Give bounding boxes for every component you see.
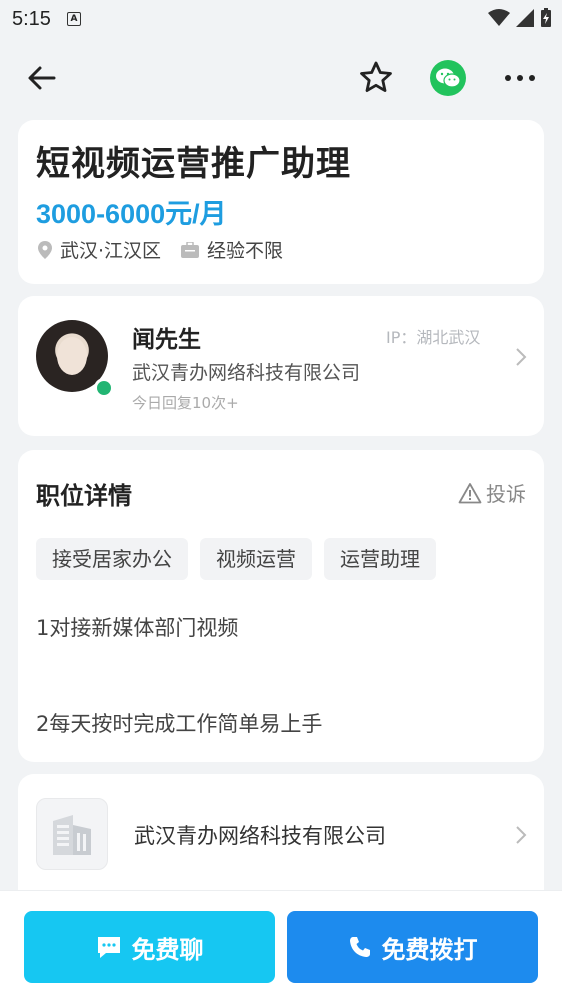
briefcase-icon (181, 241, 200, 258)
job-salary: 3000-6000元/月 (36, 199, 227, 229)
detail-section-title: 职位详情 (36, 482, 132, 510)
favorite-button[interactable] (356, 58, 396, 98)
job-tag: 运营助理 (324, 538, 436, 580)
job-experience: 经验不限 (207, 240, 284, 262)
warning-icon (458, 482, 482, 503)
location-pin-icon (38, 240, 52, 259)
recruiter-company: 武汉青办网络科技有限公司 (132, 362, 361, 384)
report-label: 投诉 (486, 482, 526, 506)
wifi-icon (488, 9, 510, 26)
wechat-icon (436, 68, 461, 88)
recruiter-name: 闻先生 (132, 327, 201, 353)
company-logo (36, 798, 108, 870)
status-icons (488, 8, 552, 28)
avatar-face (57, 337, 87, 375)
notification-a-icon: A (66, 12, 81, 26)
job-description-line: 1对接新媒体部门视频 (36, 616, 239, 640)
online-status-dot (94, 378, 114, 398)
job-tag: 接受居家办公 (36, 538, 188, 580)
job-detail-card: 职位详情 投诉 接受居家办公 视频运营 运营助理 1对接新媒体部门视频 2每天按… (18, 450, 544, 762)
top-nav (0, 50, 562, 106)
recruiter-ip: IP：湖北武汉 (386, 328, 481, 347)
free-call-button[interactable]: 免费拨打 (287, 911, 538, 983)
job-title: 短视频运营推广助理 (36, 144, 351, 184)
free-chat-button[interactable]: 免费聊 (24, 911, 275, 983)
job-meta: 武汉·江汉区 经验不限 (38, 236, 303, 263)
job-tag: 视频运营 (200, 538, 312, 580)
more-button[interactable] (500, 60, 540, 96)
status-bar: 5:15 A (0, 0, 562, 38)
star-icon (360, 61, 392, 92)
location-meta: 武汉·江汉区 (38, 236, 161, 263)
experience-meta: 经验不限 (181, 236, 283, 263)
job-tags: 接受居家办公 视频运营 运营助理 (36, 538, 436, 580)
status-time: 5:15 (12, 7, 51, 30)
job-description-line: 2每天按时完成工作简单易上手 (36, 712, 323, 736)
signal-icon (516, 9, 534, 27)
phone-icon (349, 937, 370, 957)
back-button[interactable] (24, 60, 60, 96)
recruiter-avatar (36, 320, 114, 398)
building-icon (53, 815, 91, 855)
chevron-right-icon (516, 348, 527, 366)
bottom-action-bar: 免费聊 免费拨打 (0, 890, 562, 1000)
chat-label: 免费聊 (131, 935, 204, 964)
company-name: 武汉青办网络科技有限公司 (134, 824, 386, 848)
job-summary-card: 短视频运营推广助理 3000-6000元/月 武汉·江汉区 经验不限 (18, 120, 544, 284)
call-label: 免费拨打 (381, 935, 478, 964)
recruiter-card[interactable]: 闻先生 IP：湖北武汉 武汉青办网络科技有限公司 今日回复10次+ (18, 296, 544, 436)
report-button[interactable]: 投诉 (458, 478, 526, 507)
company-card[interactable]: 武汉青办网络科技有限公司 (18, 774, 544, 904)
more-dots-icon (505, 75, 535, 81)
chat-bubble-icon (97, 937, 120, 958)
chevron-right-icon (516, 826, 527, 844)
job-location: 武汉·江汉区 (60, 240, 162, 262)
battery-icon (541, 8, 551, 27)
wechat-share-button[interactable] (430, 60, 466, 96)
recruiter-reply-count: 今日回复10次+ (132, 394, 239, 412)
arrow-left-icon (28, 66, 56, 90)
